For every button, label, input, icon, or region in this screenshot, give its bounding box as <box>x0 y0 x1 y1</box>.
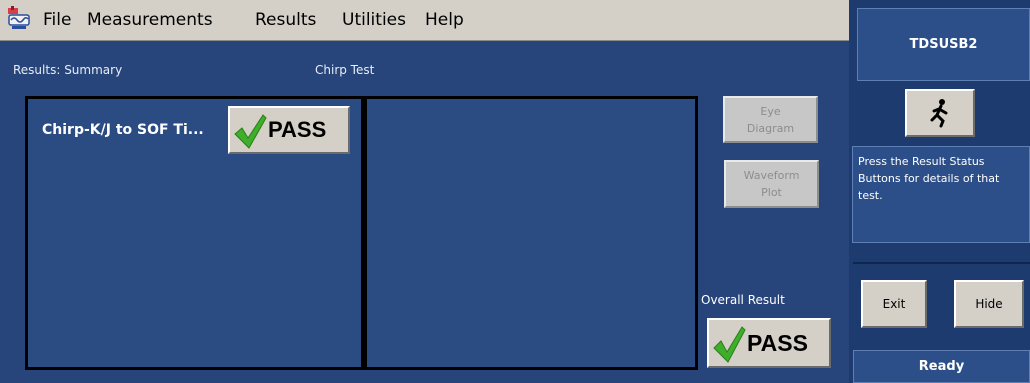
menu-file[interactable]: File <box>43 10 71 30</box>
menu-results[interactable]: Results <box>255 10 316 30</box>
overall-result-button[interactable]: PASS <box>707 318 831 368</box>
panel-separator <box>853 262 1030 264</box>
test-pass-label: PASS <box>268 117 327 142</box>
waveform-plot-label-line2: Plot <box>761 186 782 199</box>
test-name: Chirp Test <box>315 63 375 77</box>
menu-measurements[interactable]: Measurements <box>87 10 213 30</box>
hide-button[interactable]: Hide <box>954 280 1024 328</box>
running-man-icon <box>930 99 948 128</box>
waveform-plot-button[interactable]: Waveform Plot <box>724 160 819 208</box>
overall-result-label: Overall Result <box>701 293 785 307</box>
status-bar: Ready <box>853 350 1030 383</box>
app-title: TDSUSB2 <box>857 8 1030 81</box>
test-result-button[interactable]: PASS <box>228 106 350 154</box>
menu-utilities[interactable]: Utilities <box>342 10 406 30</box>
eye-diagram-label-line2: Diagram <box>746 122 795 135</box>
eye-diagram-button[interactable]: Eye Diagram <box>723 96 818 143</box>
overall-pass-label: PASS <box>747 330 808 356</box>
check-icon <box>234 114 267 149</box>
test-label: Chirp-K/J to SOF Ti... <box>42 122 204 138</box>
check-icon <box>713 326 746 363</box>
help-text: Press the Result Status Buttons for deta… <box>852 146 1030 243</box>
waveform-plot-label-line1: Waveform <box>743 169 800 182</box>
menu-bar: File Measurements Results Utilities Help <box>0 0 849 41</box>
run-button[interactable] <box>905 89 975 137</box>
menu-help[interactable]: Help <box>425 10 464 30</box>
results-caption: Results: Summary <box>13 63 123 77</box>
results-divider <box>361 99 367 367</box>
app-icon[interactable] <box>6 5 32 31</box>
exit-button[interactable]: Exit <box>861 280 927 328</box>
eye-diagram-label-line1: Eye <box>760 105 781 118</box>
